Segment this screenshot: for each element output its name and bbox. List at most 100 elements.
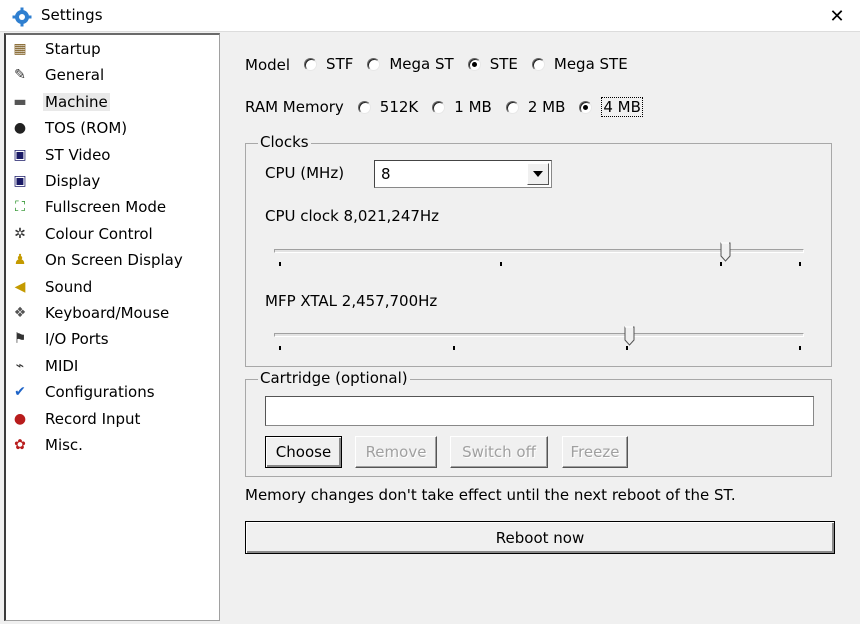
cpu-mhz-select[interactable]: 8 xyxy=(374,160,552,188)
radio-label: 512K xyxy=(379,98,419,116)
chevron-down-icon xyxy=(533,171,543,177)
monitor-icon: ▣ xyxy=(13,146,27,163)
colour-control-icon: ✲ xyxy=(14,225,26,242)
sidebar-item-label: Startup xyxy=(45,40,101,58)
sidebar-item-configurations[interactable]: ✔ Configurations xyxy=(9,380,157,404)
midi-icon: ⌁ xyxy=(15,357,25,374)
model-radio-mega-ste[interactable]: Mega STE xyxy=(531,55,628,73)
radio-circle[interactable] xyxy=(304,57,318,71)
slider-tick xyxy=(626,346,628,350)
osd-icon: ♟ xyxy=(13,252,27,269)
mfp-xtal-slider-track[interactable] xyxy=(274,333,804,337)
fullscreen-icon: ⛶ xyxy=(15,199,25,216)
radio-label: 2 MB xyxy=(527,98,566,116)
wrench-icon: ✔ xyxy=(14,384,26,401)
sidebar-item-record-input[interactable]: ● Record Input xyxy=(9,407,142,431)
sidebar-item-label: General xyxy=(45,66,105,85)
sidebar-item-machine[interactable]: ▬ Machine xyxy=(9,90,110,114)
sidebar-item-label: Configurations xyxy=(45,383,155,402)
sidebar-item-tos-rom[interactable]: ● TOS (ROM) xyxy=(9,116,129,140)
settings-gear-icon xyxy=(12,7,32,27)
radio-circle[interactable] xyxy=(432,100,446,114)
freeze-button[interactable]: Freeze xyxy=(562,436,628,468)
model-row: Model STF Mega ST STE Mega STE xyxy=(245,55,628,75)
sidebar-item-st-video[interactable]: ▣ ST Video xyxy=(9,143,112,167)
speaker-icon: ◀ xyxy=(14,278,26,295)
sidebar-item-startup[interactable]: ▦ Startup xyxy=(9,37,103,61)
radio-circle[interactable] xyxy=(367,57,381,71)
ram-memory-label: RAM Memory xyxy=(245,98,344,117)
ram-radio-1-mb[interactable]: 1 MB xyxy=(432,98,492,116)
ram-row: RAM Memory 512K 1 MB 2 MB 4 MB xyxy=(245,97,643,118)
sidebar-item-label: Record Input xyxy=(45,409,141,428)
radio-circle[interactable] xyxy=(357,100,371,114)
display-icon: ▣ xyxy=(13,173,27,189)
radio-circle[interactable] xyxy=(579,100,593,114)
sidebar-item-label: Colour Control xyxy=(45,224,153,243)
sidebar-item-sound[interactable]: ◀ Sound xyxy=(9,275,94,299)
misc-icon: ✿ xyxy=(14,437,26,453)
close-button[interactable]: ✕ xyxy=(814,0,860,32)
radio-label: STE xyxy=(489,55,518,73)
mouse-icon: ❖ xyxy=(13,305,27,321)
machine-icon: ▬ xyxy=(13,93,27,110)
sidebar-item-midi[interactable]: ⌁ MIDI xyxy=(9,354,80,378)
settings-category-list[interactable]: ▦ Startup ✎ General ▬ Machine ● TOS (ROM) ▣ ST Vi… xyxy=(4,33,220,621)
cartridge-path-input[interactable] xyxy=(265,396,814,426)
slider-tick xyxy=(799,262,801,266)
cartridge-group-label: Cartridge (optional) xyxy=(258,369,410,387)
sidebar-item-display[interactable]: ▣ Display xyxy=(9,169,102,193)
slider-tick xyxy=(279,262,281,266)
mfp-xtal-label: MFP XTAL 2,457,700Hz xyxy=(265,292,438,310)
sidebar-item-label: Sound xyxy=(45,277,93,296)
sidebar-item-label: On Screen Display xyxy=(45,251,183,270)
dropdown-button[interactable] xyxy=(527,163,549,185)
sidebar-item-label: I/O Ports xyxy=(45,330,109,349)
radio-label: Mega ST xyxy=(389,55,454,73)
sidebar-item-label: Fullscreen Mode xyxy=(45,198,167,217)
clocks-group-label: Clocks xyxy=(258,133,311,151)
model-radio-mega-st[interactable]: Mega ST xyxy=(367,55,454,73)
choose-button[interactable]: Choose xyxy=(265,436,342,468)
sidebar-item-general[interactable]: ✎ General xyxy=(9,63,106,87)
sidebar-item-fullscreen-mode[interactable]: ⛶ Fullscreen Mode xyxy=(9,195,168,219)
reboot-now-button[interactable]: Reboot now xyxy=(245,521,835,554)
tos-chip-icon: ● xyxy=(13,120,27,137)
ram-radio-512k[interactable]: 512K xyxy=(357,98,419,116)
radio-circle[interactable] xyxy=(467,57,481,71)
slider-tick xyxy=(799,346,801,350)
slider-tick xyxy=(720,262,722,266)
remove-button[interactable]: Remove xyxy=(355,436,437,468)
ram-radio-4-mb[interactable]: 4 MB xyxy=(579,97,643,117)
radio-label: Mega STE xyxy=(553,55,628,73)
cpu-mhz-label: CPU (MHz) xyxy=(265,164,345,182)
radio-circle[interactable] xyxy=(505,100,519,114)
sidebar-item-on-screen-display[interactable]: ♟ On Screen Display xyxy=(9,248,185,272)
sidebar-item-label: TOS (ROM) xyxy=(45,119,128,138)
sidebar-item-label: Display xyxy=(45,172,101,190)
pencil-icon: ✎ xyxy=(14,67,26,84)
model-radio-ste[interactable]: STE xyxy=(467,55,518,73)
model-radio-stf[interactable]: STF xyxy=(304,55,353,73)
sidebar-item-misc[interactable]: ✿ Misc. xyxy=(9,433,85,457)
radio-label: STF xyxy=(326,55,354,73)
sidebar-item-colour-control[interactable]: ✲ Colour Control xyxy=(9,222,155,246)
radio-circle[interactable] xyxy=(531,57,545,71)
radio-label: 1 MB xyxy=(454,98,492,116)
mfp-xtal-slider-thumb[interactable] xyxy=(624,326,635,346)
sidebar-item-label: Keyboard/Mouse xyxy=(45,304,170,322)
ports-icon: ⚑ xyxy=(13,331,27,348)
cpu-mhz-value: 8 xyxy=(381,165,391,183)
switch-off-button[interactable]: Switch off xyxy=(450,436,548,468)
ram-radio-2-mb[interactable]: 2 MB xyxy=(505,98,566,116)
startup-icon: ▦ xyxy=(13,41,27,57)
record-icon: ● xyxy=(13,410,27,427)
machine-settings-panel: Model STF Mega ST STE Mega STE RAM Memory 5… xyxy=(222,33,858,623)
sidebar-item-keyboard-mouse[interactable]: ❖ Keyboard/Mouse xyxy=(9,301,171,325)
radio-label: 4 MB xyxy=(601,97,643,117)
sidebar-item-i-o-ports[interactable]: ⚑ I/O Ports xyxy=(9,327,111,351)
sidebar-item-label: ST Video xyxy=(45,145,111,164)
cpu-clock-slider-thumb[interactable] xyxy=(720,242,731,262)
sidebar-item-label: Misc. xyxy=(45,436,83,454)
close-icon: ✕ xyxy=(829,5,845,27)
